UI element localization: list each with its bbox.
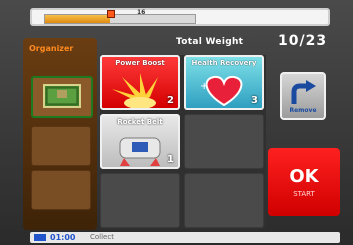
status-bar: 01:00 Collect bbox=[30, 232, 340, 243]
power-slot-empty[interactable] bbox=[100, 173, 180, 228]
weight-bar: 16 bbox=[30, 8, 330, 26]
power-card-power-boost[interactable]: Power Boost 2 bbox=[100, 55, 180, 110]
ok-sublabel: START bbox=[293, 190, 315, 198]
status-icon bbox=[34, 234, 46, 241]
status-aux: Collect bbox=[90, 233, 114, 241]
remove-button[interactable]: Remove bbox=[280, 72, 326, 120]
power-slot-empty[interactable] bbox=[184, 173, 264, 228]
curved-arrow-icon bbox=[291, 80, 316, 104]
power-level: 1 bbox=[167, 154, 174, 165]
remove-label: Remove bbox=[289, 107, 317, 114]
organizer-slot-1[interactable] bbox=[31, 76, 93, 118]
power-slot-empty[interactable] bbox=[184, 114, 264, 169]
svg-text:+: + bbox=[200, 81, 208, 92]
powers-menu-screen: 16 Total Weight 10/23 Organizer Power Bo… bbox=[0, 0, 353, 245]
organizer-panel: Organizer bbox=[23, 38, 97, 230]
power-level: 3 bbox=[251, 95, 258, 106]
organizer-slot-3[interactable] bbox=[31, 170, 91, 210]
weight-marker-icon bbox=[107, 10, 115, 18]
organizer-slot-2[interactable] bbox=[31, 126, 91, 166]
ok-label: OK bbox=[289, 166, 319, 187]
weight-track: 16 bbox=[44, 9, 196, 24]
status-time: 01:00 bbox=[50, 233, 76, 242]
field-stage-icon bbox=[43, 84, 81, 108]
weight-max-label: 16 bbox=[137, 9, 146, 16]
total-weight-value: 10/23 bbox=[278, 33, 328, 49]
power-name: Health Recovery bbox=[191, 59, 257, 67]
power-card-health-recovery[interactable]: Health Recovery + 3 bbox=[184, 55, 264, 110]
organizer-title: Organizer bbox=[29, 44, 74, 53]
power-name: Rocket Belt bbox=[117, 118, 163, 126]
total-weight-label: Total Weight bbox=[176, 37, 244, 47]
weight-fill bbox=[45, 15, 110, 23]
power-grid: Power Boost 2 Health Recovery + 3 Rocket… bbox=[100, 55, 266, 229]
ok-button[interactable]: OK START bbox=[268, 148, 340, 216]
power-card-rocket-belt[interactable]: Rocket Belt 1 bbox=[100, 114, 180, 169]
power-name: Power Boost bbox=[115, 59, 165, 67]
power-level: 2 bbox=[167, 95, 174, 106]
